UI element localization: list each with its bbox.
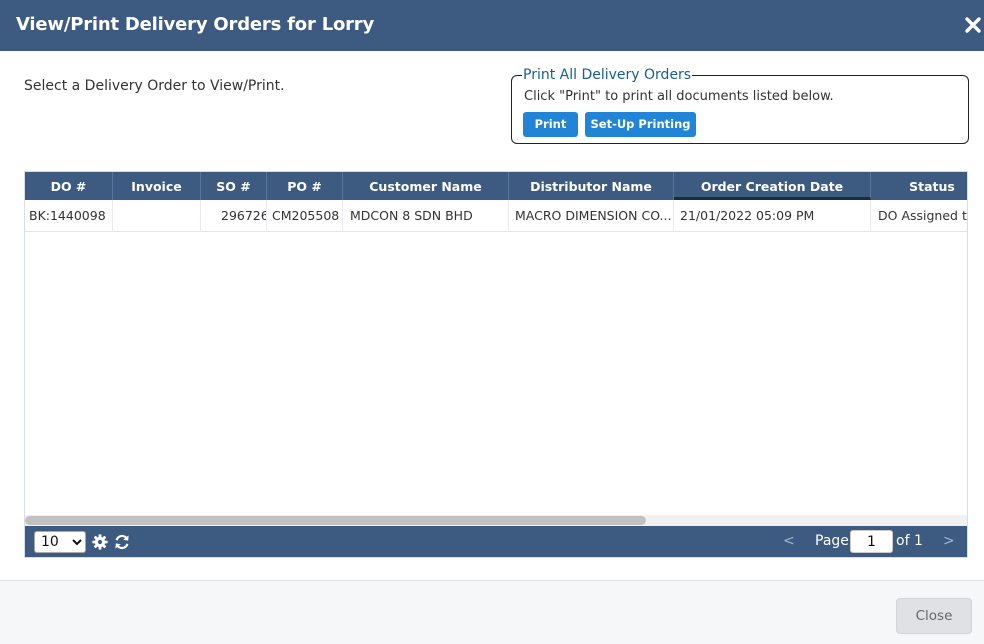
close-x-icon[interactable] — [963, 15, 983, 35]
column-header-do[interactable]: DO # — [25, 172, 113, 200]
scrollbar-thumb[interactable] — [25, 516, 646, 525]
page-number-input[interactable] — [850, 530, 893, 553]
print-all-description: Click "Print" to print all documents lis… — [524, 89, 834, 104]
cell-status: DO Assigned to Lorry — [878, 208, 967, 223]
cell-invoice — [113, 200, 201, 232]
column-header-customer-name[interactable]: Customer Name — [343, 172, 509, 200]
column-header-status[interactable]: Status — [871, 172, 967, 200]
cell-do-number: BK:1440098 — [25, 200, 113, 232]
dialog-footer: Close — [0, 580, 984, 644]
refresh-icon[interactable] — [113, 533, 131, 551]
column-header-distributor-name[interactable]: Distributor Name — [509, 172, 674, 200]
instruction-text: Select a Delivery Order to View/Print. — [24, 78, 285, 94]
close-button[interactable]: Close — [896, 598, 972, 634]
print-all-legend: Print All Delivery Orders — [522, 67, 693, 83]
grid-pager: 10 < Page of 1 > — [25, 526, 967, 557]
page-size-select[interactable]: 10 — [34, 531, 86, 553]
cell-so-number: 2967266 — [201, 200, 267, 232]
column-header-po[interactable]: PO # — [267, 172, 343, 200]
print-all-fieldset: Print All Delivery Orders Click "Print" … — [511, 67, 969, 144]
column-header-order-creation-date[interactable]: Order Creation Date — [674, 172, 871, 200]
gear-icon[interactable] — [92, 534, 108, 550]
next-page-button[interactable]: > — [943, 533, 955, 549]
column-header-invoice[interactable]: Invoice — [113, 172, 201, 200]
grid-header: DO # Invoice SO # PO # Customer Name Dis… — [25, 172, 967, 200]
page-total-label: of 1 — [896, 533, 923, 549]
delivery-orders-grid: DO # Invoice SO # PO # Customer Name Dis… — [24, 171, 968, 558]
dialog-title: View/Print Delivery Orders for Lorry — [16, 14, 375, 35]
cell-distributor-name: MACRO DIMENSION CO... — [509, 200, 674, 232]
cell-po-number: CM205508 — [267, 200, 343, 232]
dialog-titlebar: View/Print Delivery Orders for Lorry — [0, 0, 984, 51]
print-button[interactable]: Print — [523, 112, 578, 137]
table-row[interactable]: BK:1440098 2967266 CM205508 MDCON 8 SDN … — [25, 200, 967, 232]
horizontal-scrollbar[interactable] — [25, 515, 967, 526]
prev-page-button[interactable]: < — [783, 533, 795, 549]
cell-customer-name: MDCON 8 SDN BHD — [343, 200, 509, 232]
page-label: Page — [815, 533, 849, 549]
cell-order-creation-date: 21/01/2022 05:09 PM — [674, 200, 871, 232]
setup-printing-button[interactable]: Set-Up Printing — [585, 112, 696, 137]
column-header-so[interactable]: SO # — [201, 172, 267, 200]
